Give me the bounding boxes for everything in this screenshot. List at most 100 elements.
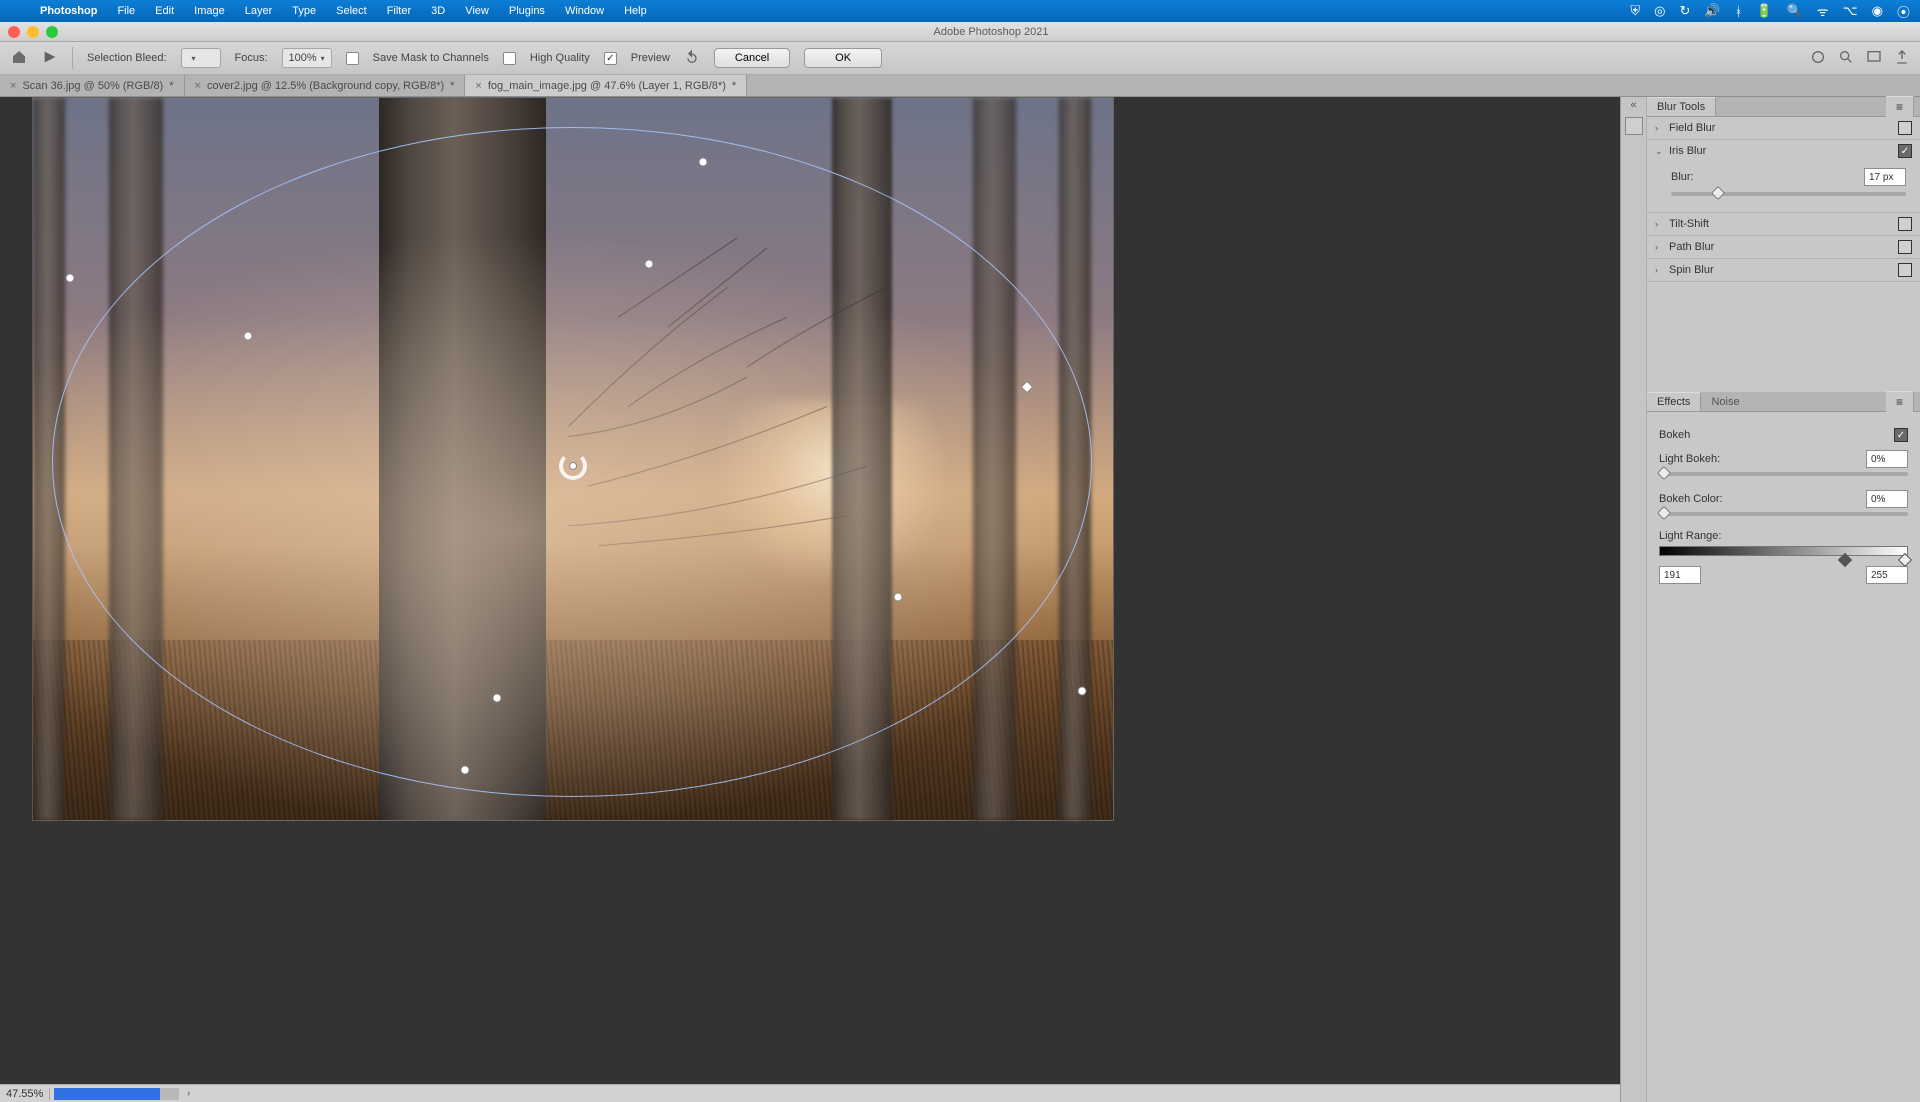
chevron-down-icon: ⌄: [1655, 146, 1663, 157]
status-chevron-icon[interactable]: ›: [187, 1088, 190, 1099]
light-bokeh-slider[interactable]: [1659, 472, 1908, 476]
doc-tab-1[interactable]: × cover2.jpg @ 12.5% (Background copy, R…: [185, 75, 466, 96]
light-range-high-input[interactable]: 255: [1866, 566, 1908, 584]
home-icon[interactable]: [10, 49, 28, 68]
bokeh-color-slider[interactable]: [1659, 512, 1908, 516]
light-bokeh-input[interactable]: 0%: [1866, 450, 1908, 468]
menu-select[interactable]: Select: [326, 5, 377, 17]
siri-icon[interactable]: ◉: [1872, 3, 1883, 19]
bokeh-color-input[interactable]: 0%: [1866, 490, 1908, 508]
wifi-icon[interactable]: ᯤ: [1817, 2, 1829, 20]
close-icon[interactable]: ×: [475, 80, 481, 92]
timemachine-icon[interactable]: ↻: [1680, 3, 1691, 19]
volume-icon[interactable]: 🔊: [1704, 3, 1720, 19]
cancel-button[interactable]: Cancel: [714, 48, 790, 68]
spin-blur-checkbox[interactable]: ✓: [1898, 263, 1912, 277]
canvas-wrap: 47.55% ›: [0, 97, 1620, 1102]
menu-help[interactable]: Help: [614, 5, 657, 17]
field-blur-checkbox[interactable]: ✓: [1898, 121, 1912, 135]
bluetooth-icon[interactable]: ᚼ: [1735, 4, 1743, 19]
effects-tab[interactable]: Effects: [1647, 392, 1701, 411]
ok-button[interactable]: OK: [804, 48, 882, 68]
collapse-panels-icon[interactable]: «: [1630, 99, 1636, 111]
save-mask-label: Save Mask to Channels: [373, 52, 489, 64]
light-range-low-input[interactable]: 191: [1659, 566, 1701, 584]
noise-tab[interactable]: Noise: [1701, 393, 1749, 411]
menu-file[interactable]: File: [107, 5, 145, 17]
chevron-right-icon: ›: [1655, 265, 1663, 275]
panel-gutter: «: [1621, 97, 1647, 1102]
panel-icon[interactable]: [1625, 117, 1643, 135]
close-window-button[interactable]: [8, 26, 20, 38]
focus-label: Focus:: [235, 52, 268, 64]
doc-tab-0[interactable]: × Scan 36.jpg @ 50% (RGB/8)*: [0, 75, 185, 96]
shield-icon[interactable]: ⛨: [1630, 3, 1640, 19]
spotlight-icon[interactable]: 🔍: [1787, 3, 1803, 19]
close-icon[interactable]: ×: [195, 80, 201, 92]
notification-icon[interactable]: ⦿: [1897, 2, 1910, 21]
workspace-icon[interactable]: [1866, 49, 1882, 68]
path-blur-section[interactable]: › Path Blur ✓: [1647, 236, 1920, 258]
battery-icon[interactable]: 🔋: [1756, 3, 1772, 19]
canvas-area[interactable]: [0, 97, 1620, 1084]
preview-label: Preview: [631, 52, 670, 64]
spin-blur-section[interactable]: › Spin Blur ✓: [1647, 259, 1920, 281]
right-panel-column: « Blur Tools ≡ › Field Blur ✓: [1620, 97, 1920, 1102]
bokeh-title: Bokeh: [1659, 429, 1894, 441]
menu-filter[interactable]: Filter: [377, 5, 421, 17]
light-range-slider[interactable]: [1659, 546, 1908, 556]
control-center-icon[interactable]: ⌥: [1843, 3, 1858, 19]
doc-tab-2[interactable]: × fog_main_image.jpg @ 47.6% (Layer 1, R…: [465, 75, 747, 96]
reset-icon[interactable]: [684, 49, 700, 68]
chevron-right-icon: ›: [1655, 219, 1663, 229]
field-blur-section[interactable]: › Field Blur ✓: [1647, 117, 1920, 139]
chevron-right-icon: ›: [1655, 123, 1663, 133]
selection-bleed-dropdown[interactable]: [181, 48, 221, 68]
document-tabs: × Scan 36.jpg @ 50% (RGB/8)* × cover2.jp…: [0, 75, 1920, 97]
iris-blur-checkbox[interactable]: ✓: [1898, 144, 1912, 158]
path-blur-checkbox[interactable]: ✓: [1898, 240, 1912, 254]
menu-image[interactable]: Image: [184, 5, 235, 17]
save-mask-checkbox[interactable]: [346, 52, 359, 65]
blur-slider[interactable]: [1671, 192, 1906, 196]
iris-blur-section[interactable]: ⌄ Iris Blur ✓: [1647, 140, 1920, 162]
bokeh-checkbox[interactable]: ✓: [1894, 428, 1908, 442]
cc-icon[interactable]: ◎: [1654, 3, 1665, 19]
effects-panel: Effects Noise ≡ Bokeh ✓ Light Bokeh: 0%: [1647, 392, 1920, 592]
light-bokeh-label: Light Bokeh:: [1659, 453, 1866, 465]
panel-menu-icon[interactable]: ≡: [1886, 391, 1914, 412]
tilt-shift-section[interactable]: › Tilt-Shift ✓: [1647, 213, 1920, 235]
focus-dropdown[interactable]: 100%: [282, 48, 332, 68]
tool-icon[interactable]: [42, 49, 58, 68]
blur-value-input[interactable]: 17 px: [1864, 168, 1906, 186]
mac-menubar: Photoshop File Edit Image Layer Type Sel…: [0, 0, 1920, 22]
zoom-level[interactable]: 47.55%: [0, 1088, 50, 1100]
menu-window[interactable]: Window: [555, 5, 614, 17]
blur-label: Blur:: [1671, 171, 1858, 183]
high-quality-checkbox[interactable]: [503, 52, 516, 65]
close-icon[interactable]: ×: [10, 80, 16, 92]
menu-type[interactable]: Type: [282, 5, 326, 17]
share-icon[interactable]: [1894, 49, 1910, 68]
menubar-app[interactable]: Photoshop: [30, 5, 107, 17]
workspace: 47.55% › « Blur Tools ≡ › Field: [0, 97, 1920, 1102]
menu-edit[interactable]: Edit: [145, 5, 184, 17]
menu-3d[interactable]: 3D: [421, 5, 455, 17]
chevron-right-icon: ›: [1655, 242, 1663, 252]
panel-menu-icon[interactable]: ≡: [1886, 96, 1914, 117]
bokeh-color-label: Bokeh Color:: [1659, 493, 1866, 505]
menu-layer[interactable]: Layer: [235, 5, 283, 17]
maximize-window-button[interactable]: [46, 26, 58, 38]
tilt-shift-checkbox[interactable]: ✓: [1898, 217, 1912, 231]
minimize-window-button[interactable]: [27, 26, 39, 38]
preview-checkbox[interactable]: [604, 52, 617, 65]
menubar-status-icons: ⛨ ◎ ↻ 🔊 ᚼ 🔋 🔍 ᯤ ⌥ ◉ ⦿: [1630, 2, 1910, 21]
blur-tools-tab[interactable]: Blur Tools: [1647, 97, 1716, 116]
menu-view[interactable]: View: [455, 5, 499, 17]
menu-plugins[interactable]: Plugins: [499, 5, 555, 17]
document-image: [32, 97, 1114, 821]
window-titlebar: Adobe Photoshop 2021: [0, 22, 1920, 42]
search-icon[interactable]: [1838, 49, 1854, 68]
selection-bleed-label: Selection Bleed:: [87, 52, 167, 64]
cloud-doc-icon[interactable]: [1810, 49, 1826, 68]
